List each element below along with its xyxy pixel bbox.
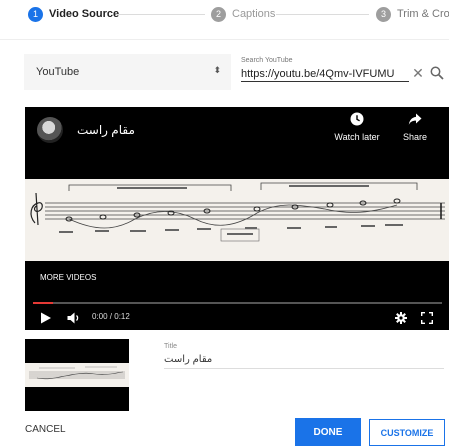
step-connector bbox=[116, 14, 205, 15]
share-arrow-icon bbox=[408, 113, 422, 125]
time-display: 0:00 / 0:12 bbox=[92, 312, 130, 321]
title-label: Title bbox=[164, 343, 177, 350]
done-button[interactable]: DONE bbox=[295, 418, 361, 446]
title-underline bbox=[164, 368, 444, 369]
step-label: Video Source bbox=[49, 8, 120, 20]
step-captions[interactable]: 2 Captions bbox=[211, 5, 275, 23]
search-input[interactable] bbox=[241, 66, 409, 82]
progress-fill bbox=[33, 302, 54, 304]
stepper: 1 Video Source 2 Captions 3 Trim & Crop bbox=[0, 0, 449, 34]
play-icon[interactable] bbox=[40, 312, 52, 324]
more-videos-label[interactable]: MORE VIDEOS bbox=[40, 273, 96, 282]
search-icon[interactable] bbox=[430, 66, 444, 80]
watch-later-button[interactable]: Watch later bbox=[332, 112, 382, 142]
title-input[interactable]: مقام راست bbox=[164, 354, 212, 365]
step-trim-crop[interactable]: 3 Trim & Crop bbox=[376, 5, 449, 23]
source-select[interactable]: YouTube ⬍ bbox=[24, 54, 231, 90]
cancel-button[interactable]: CANCEL bbox=[25, 424, 66, 435]
progress-track[interactable] bbox=[33, 302, 442, 304]
gear-icon[interactable] bbox=[395, 312, 407, 324]
video-frame-score bbox=[25, 179, 449, 261]
step-video-source[interactable]: 1 Video Source bbox=[28, 5, 119, 23]
step-number: 3 bbox=[376, 6, 391, 22]
thumbnail-staff-drawing bbox=[29, 366, 125, 380]
customize-button[interactable]: CUSTOMIZE bbox=[369, 419, 445, 446]
caret-updown-icon: ⬍ bbox=[213, 65, 221, 75]
source-selected-value: YouTube bbox=[36, 66, 80, 78]
share-label: Share bbox=[402, 132, 428, 142]
fullscreen-icon[interactable] bbox=[421, 312, 433, 324]
step-label: Trim & Crop bbox=[397, 8, 449, 20]
video-thumbnail bbox=[25, 339, 129, 411]
video-title[interactable]: مقام راست bbox=[77, 123, 135, 137]
step-connector bbox=[276, 14, 369, 15]
channel-avatar[interactable] bbox=[37, 117, 63, 143]
step-number: 1 bbox=[28, 6, 43, 22]
video-player[interactable]: مقام راست Watch later Share MORE VIDEOS … bbox=[25, 107, 449, 330]
close-icon[interactable]: ✕ bbox=[411, 65, 425, 81]
music-staff-drawing bbox=[30, 182, 445, 242]
stepper-divider bbox=[0, 39, 449, 40]
step-number: 2 bbox=[211, 6, 226, 22]
clock-icon bbox=[350, 112, 364, 126]
volume-icon[interactable] bbox=[67, 312, 81, 324]
share-button[interactable]: Share bbox=[397, 112, 433, 142]
thumbnail-score-strip bbox=[25, 363, 129, 387]
watch-later-label: Watch later bbox=[334, 132, 380, 142]
search-label: Search YouTube bbox=[241, 57, 293, 64]
step-label: Captions bbox=[232, 8, 276, 20]
